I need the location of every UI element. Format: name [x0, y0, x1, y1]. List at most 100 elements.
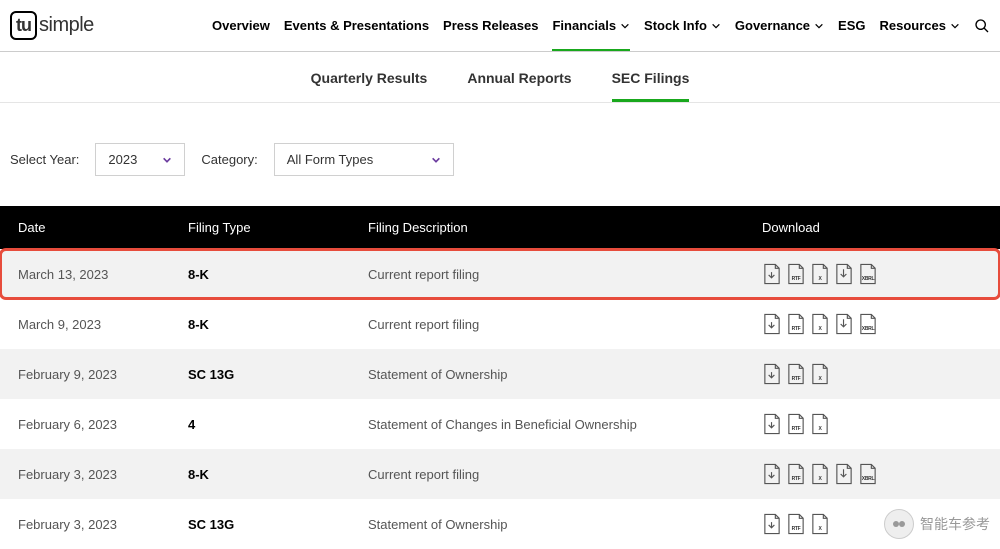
download-links: RTF X [762, 363, 982, 385]
filings-table: Date Filing Type Filing Description Down… [0, 206, 1000, 549]
nav-item-label: Resources [880, 18, 946, 33]
filing-type: SC 13G [188, 517, 368, 532]
nav-item-label: Press Releases [443, 18, 538, 33]
chevron-down-icon [162, 155, 172, 165]
file-format-label: X [810, 526, 830, 532]
main-header: tu simple Overview Events & Presentations… [0, 0, 1000, 52]
download-x-icon[interactable]: X [810, 513, 830, 535]
download-pdf-icon[interactable] [762, 463, 782, 485]
chevron-down-icon [431, 155, 441, 165]
header-desc: Filing Description [368, 220, 762, 235]
download-rtf-icon[interactable]: RTF [786, 413, 806, 435]
main-nav: Overview Events & Presentations Press Rele… [212, 10, 990, 41]
table-row: February 9, 2023SC 13GStatement of Owner… [0, 349, 1000, 399]
file-format-label: RTF [786, 476, 806, 482]
file-format-label: X [810, 426, 830, 432]
year-value: 2023 [108, 152, 137, 167]
filing-description: Current report filing [368, 267, 762, 282]
file-format-label: RTF [786, 526, 806, 532]
file-format-label: X [810, 326, 830, 332]
download-pdf-icon[interactable] [762, 263, 782, 285]
download-xbrl-icon[interactable]: XBRL [858, 463, 878, 485]
category-select[interactable]: All Form Types [274, 143, 454, 176]
filing-date: February 6, 2023 [18, 417, 188, 432]
download-rtf-icon[interactable]: RTF [786, 463, 806, 485]
logo[interactable]: tu simple [10, 11, 94, 40]
download-x-icon[interactable]: X [810, 363, 830, 385]
filing-type: 8-K [188, 467, 368, 482]
year-select[interactable]: 2023 [95, 143, 185, 176]
nav-item-label: Stock Info [644, 18, 707, 33]
filters: Select Year: 2023 Category: All Form Typ… [0, 103, 1000, 206]
filing-date: February 9, 2023 [18, 367, 188, 382]
file-format-label: RTF [786, 276, 806, 282]
filing-type: 4 [188, 417, 368, 432]
nav-item-label: Overview [212, 18, 270, 33]
download-x-icon[interactable]: X [810, 313, 830, 335]
filing-date: February 3, 2023 [18, 517, 188, 532]
file-format-label: XBRL [858, 476, 878, 482]
filing-date: March 13, 2023 [18, 267, 188, 282]
nav-item-overview[interactable]: Overview [212, 10, 270, 41]
file-format-label: X [810, 476, 830, 482]
watermark-avatar-icon [884, 509, 914, 539]
chevron-down-icon [711, 21, 721, 31]
nav-item-press-releases[interactable]: Press Releases [443, 10, 538, 41]
download-rtf-icon[interactable]: RTF [786, 313, 806, 335]
file-format-label: X [810, 276, 830, 282]
nav-item-resources[interactable]: Resources [880, 10, 960, 41]
nav-item-stock-info[interactable]: Stock Info [644, 10, 721, 41]
nav-item-financials[interactable]: Financials [552, 10, 630, 41]
filing-description: Statement of Changes in Beneficial Owner… [368, 417, 762, 432]
download-links: RTF X [762, 413, 982, 435]
category-label: Category: [201, 152, 257, 167]
filing-description: Current report filing [368, 317, 762, 332]
download-xbrl-icon[interactable]: XBRL [858, 313, 878, 335]
filing-type: 8-K [188, 317, 368, 332]
category-value: All Form Types [287, 152, 373, 167]
download-zip-icon[interactable] [834, 313, 854, 335]
download-pdf-icon[interactable] [762, 413, 782, 435]
sub-tab-sec-filings[interactable]: SEC Filings [612, 70, 690, 102]
nav-item-label: ESG [838, 18, 865, 33]
sub-tab-quarterly-results[interactable]: Quarterly Results [311, 70, 428, 102]
download-rtf-icon[interactable]: RTF [786, 263, 806, 285]
download-links: RTF X XBRL [762, 313, 982, 335]
sub-tab-annual-reports[interactable]: Annual Reports [467, 70, 571, 102]
filing-date: February 3, 2023 [18, 467, 188, 482]
logo-box: tu [10, 11, 37, 40]
filing-description: Statement of Ownership [368, 517, 762, 532]
download-x-icon[interactable]: X [810, 413, 830, 435]
nav-item-esg[interactable]: ESG [838, 10, 865, 41]
download-pdf-icon[interactable] [762, 513, 782, 535]
download-rtf-icon[interactable]: RTF [786, 363, 806, 385]
file-format-label: XBRL [858, 326, 878, 332]
download-pdf-icon[interactable] [762, 313, 782, 335]
download-links: RTF X XBRL [762, 463, 982, 485]
download-x-icon[interactable]: X [810, 263, 830, 285]
nav-item-label: Financials [552, 18, 616, 33]
download-zip-icon[interactable] [834, 463, 854, 485]
watermark: 智能车参考 [884, 509, 990, 539]
chevron-down-icon [950, 21, 960, 31]
file-format-label: RTF [786, 376, 806, 382]
header-type: Filing Type [188, 220, 368, 235]
file-format-label: RTF [786, 326, 806, 332]
download-x-icon[interactable]: X [810, 463, 830, 485]
download-zip-icon[interactable] [834, 263, 854, 285]
table-row: March 9, 20238-KCurrent report filingRTF… [0, 299, 1000, 349]
download-rtf-icon[interactable]: RTF [786, 513, 806, 535]
file-format-label: XBRL [858, 276, 878, 282]
file-format-label: X [810, 376, 830, 382]
nav-item-events-presentations[interactable]: Events & Presentations [284, 10, 429, 41]
table-row: March 13, 20238-KCurrent report filingRT… [0, 249, 1000, 299]
nav-item-governance[interactable]: Governance [735, 10, 824, 41]
table-row: February 3, 20238-KCurrent report filing… [0, 449, 1000, 499]
watermark-text: 智能车参考 [920, 514, 990, 534]
search-icon[interactable] [974, 18, 990, 34]
sub-tabs: Quarterly Results Annual Reports SEC Filin… [0, 52, 1000, 103]
download-xbrl-icon[interactable]: XBRL [858, 263, 878, 285]
download-pdf-icon[interactable] [762, 363, 782, 385]
filing-description: Statement of Ownership [368, 367, 762, 382]
table-header: Date Filing Type Filing Description Down… [0, 206, 1000, 249]
